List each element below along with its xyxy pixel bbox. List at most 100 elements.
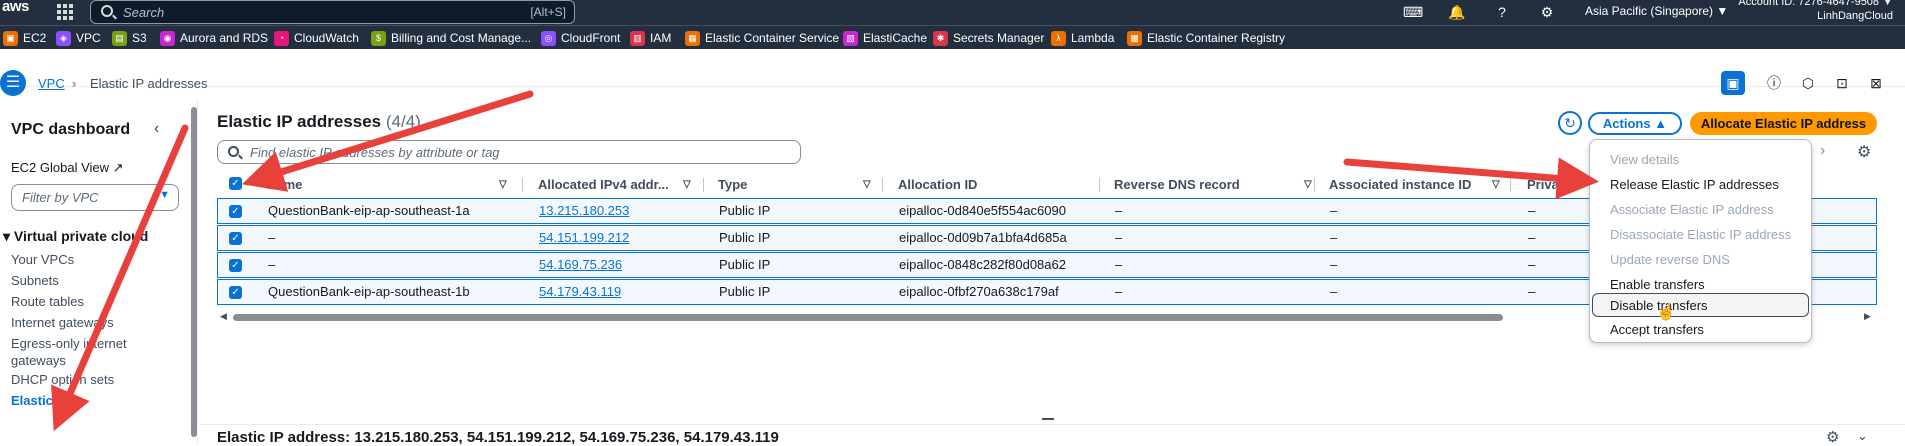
cell-type: Public IP (719, 203, 771, 218)
fav-secrets-manager[interactable]: ✱ Secrets Manager (933, 30, 1044, 46)
sidebar-title[interactable]: VPC dashboard (11, 121, 130, 139)
fav-cloudfront[interactable]: ◎ CloudFront (541, 30, 620, 46)
col-type[interactable]: Type ▽ (718, 174, 871, 196)
cell-ip-link[interactable]: 54.151.199.212 (539, 230, 629, 245)
sort-caret-icon[interactable]: ▽ (863, 174, 871, 196)
vpc-filter-select[interactable]: ▼ (11, 184, 179, 211)
fav-elasticache[interactable]: ▧ ElastiCache (843, 30, 927, 46)
column-divider[interactable] (1510, 178, 1511, 192)
region-selector[interactable]: Asia Pacific (Singapore) ▼ (1585, 4, 1728, 18)
split-panel-drag-handle[interactable] (1042, 418, 1054, 420)
menu-item-view-details[interactable]: View details (1610, 152, 1679, 167)
refresh-button[interactable]: ↻ (1558, 111, 1582, 135)
cell-instance-id: – (1330, 203, 1338, 218)
aws-logo[interactable]: aws (2, 0, 29, 15)
services-grid-icon[interactable] (57, 4, 73, 20)
menu-item-enable-transfers[interactable]: Enable transfers (1610, 277, 1705, 292)
settings-gear-icon[interactable]: ⚙ (1538, 3, 1556, 21)
vpc-icon: ◈ (56, 30, 71, 46)
fav-rds[interactable]: ◉ Aurora and RDS (160, 30, 268, 46)
cell-instance-id: – (1330, 257, 1338, 272)
sidebar-collapse-chevron-icon[interactable]: ‹ (154, 120, 159, 138)
sidebar-ec2-global-view[interactable]: EC2 Global View ↗ (11, 160, 124, 176)
table-search-box[interactable] (217, 140, 801, 164)
monitor-icon[interactable]: ⊡ (1830, 71, 1854, 95)
row-checkbox[interactable]: ✓ (229, 205, 242, 218)
column-divider[interactable] (882, 178, 883, 192)
table-horizontal-scrollbar[interactable] (233, 314, 1503, 321)
actions-button[interactable]: Actions ▲ (1588, 112, 1682, 135)
column-divider[interactable] (1099, 178, 1100, 192)
fav-ec2[interactable]: ▣ EC2 (3, 30, 46, 46)
panel-settings-gear-icon[interactable]: ⚙ (1826, 428, 1839, 446)
menu-item-release-eip[interactable]: Release Elastic IP addresses (1610, 177, 1779, 192)
sidebar-item-subnets[interactable]: Subnets (11, 272, 59, 289)
sidebar-item-route-tables[interactable]: Route tables (11, 293, 84, 310)
sidebar-scrollbar[interactable] (191, 107, 197, 437)
fav-ecs[interactable]: ▦ Elastic Container Service (685, 30, 839, 46)
cell-allocation-id: eipalloc-0fbf270a638c179af (899, 284, 1059, 299)
col-ipv4[interactable]: Allocated IPv4 addr... ▽ (538, 174, 691, 196)
fav-s3[interactable]: ▤ S3 (112, 30, 147, 46)
ec2-icon: ▣ (3, 30, 18, 46)
cell-ip-link[interactable]: 13.215.180.253 (539, 203, 629, 218)
col-private-ip[interactable]: Priva (1527, 174, 1559, 196)
page-panel-icon[interactable]: ▣ (1721, 71, 1745, 95)
col-allocation-id[interactable]: Allocation ID (898, 174, 977, 196)
fav-lambda[interactable]: λ Lambda (1051, 30, 1114, 46)
sidebar-item-your-vpcs[interactable]: Your VPCs (11, 251, 74, 268)
side-menu-toggle-button[interactable]: ☰ (0, 70, 26, 96)
sidebar-item-egress-only-gateways[interactable]: Egress-only internet gateways (11, 335, 131, 369)
secrets-icon: ✱ (933, 30, 948, 46)
menu-item-associate-eip[interactable]: Associate Elastic IP address (1610, 202, 1774, 217)
sidebar-item-dhcp-option-sets[interactable]: DHCP option sets (11, 371, 114, 388)
notifications-bell-icon[interactable]: 🔔 (1448, 3, 1466, 21)
row-checkbox[interactable]: ✓ (229, 286, 242, 299)
cell-private-ip: – (1528, 203, 1536, 218)
vpc-filter-input[interactable] (22, 190, 142, 205)
notes-icon[interactable]: ⊠ (1864, 71, 1888, 95)
global-search-input[interactable] (123, 4, 503, 20)
allocate-elastic-ip-button[interactable]: Allocate Elastic IP address (1690, 112, 1877, 135)
col-reverse-dns[interactable]: Reverse DNS record ▽ (1114, 174, 1312, 196)
menu-item-accept-transfers[interactable]: Accept transfers (1610, 322, 1704, 337)
fav-vpc[interactable]: ◈ VPC (56, 30, 101, 46)
info-icon[interactable]: ⓘ (1762, 71, 1786, 95)
fav-ecr[interactable]: ▩ Elastic Container Registry (1127, 30, 1285, 46)
table-preferences-gear-icon[interactable]: ⚙ (1857, 142, 1871, 162)
row-checkbox[interactable]: ✓ (229, 259, 242, 272)
cell-ip-link[interactable]: 54.179.43.119 (539, 284, 621, 299)
scroll-right-arrow-icon[interactable]: ▶ (1864, 311, 1871, 322)
sidebar-section-vpc[interactable]: ▾ Virtual private cloud (3, 228, 148, 245)
fav-iam[interactable]: ▥ IAM (630, 30, 671, 46)
column-divider[interactable] (703, 178, 704, 192)
breadcrumb-bar (0, 49, 1905, 87)
sidebar-item-elastic-ips[interactable]: Elastic IPs (11, 392, 76, 409)
actions-dropdown-menu: View details Release Elastic IP addresse… (1589, 139, 1812, 343)
menu-item-disassociate-eip[interactable]: Disassociate Elastic IP address (1610, 227, 1791, 242)
col-instance-id[interactable]: Associated instance ID ▽ (1329, 174, 1500, 196)
fav-cloudwatch[interactable]: ◔ CloudWatch (274, 30, 359, 46)
cube-icon[interactable]: ⬡ (1796, 71, 1820, 95)
scroll-left-arrow-icon[interactable]: ◀ (220, 311, 227, 322)
sort-caret-icon[interactable]: ▽ (499, 174, 507, 196)
fav-billing[interactable]: $ Billing and Cost Manage... (371, 30, 531, 46)
breadcrumb-vpc-link[interactable]: VPC (38, 76, 65, 91)
global-search-box[interactable]: [Alt+S] (90, 0, 575, 24)
sort-caret-icon[interactable]: ▽ (1304, 174, 1312, 196)
panel-collapse-chevron-icon[interactable]: ⌄ (1857, 428, 1868, 444)
cloudshell-icon[interactable]: ⌨ (1403, 3, 1423, 21)
menu-item-update-reverse-dns[interactable]: Update reverse DNS (1610, 252, 1730, 267)
column-divider[interactable] (522, 178, 523, 192)
row-checkbox[interactable]: ✓ (229, 232, 242, 245)
next-page-chevron-icon[interactable]: › (1820, 142, 1825, 160)
table-search-input[interactable] (250, 145, 750, 160)
sort-caret-icon[interactable]: ▽ (1492, 174, 1500, 196)
cell-ip-link[interactable]: 54.169.75.236 (539, 257, 622, 272)
col-name[interactable]: Name ▽ (267, 174, 507, 196)
sort-caret-icon[interactable]: ▽ (683, 174, 691, 196)
help-icon[interactable]: ? (1493, 3, 1511, 21)
sidebar-item-internet-gateways[interactable]: Internet gateways (11, 314, 114, 331)
column-divider[interactable] (1314, 178, 1315, 192)
account-menu[interactable]: Account ID: 7276-4647-9508 ▼ LinhDangClo… (1738, 0, 1893, 23)
